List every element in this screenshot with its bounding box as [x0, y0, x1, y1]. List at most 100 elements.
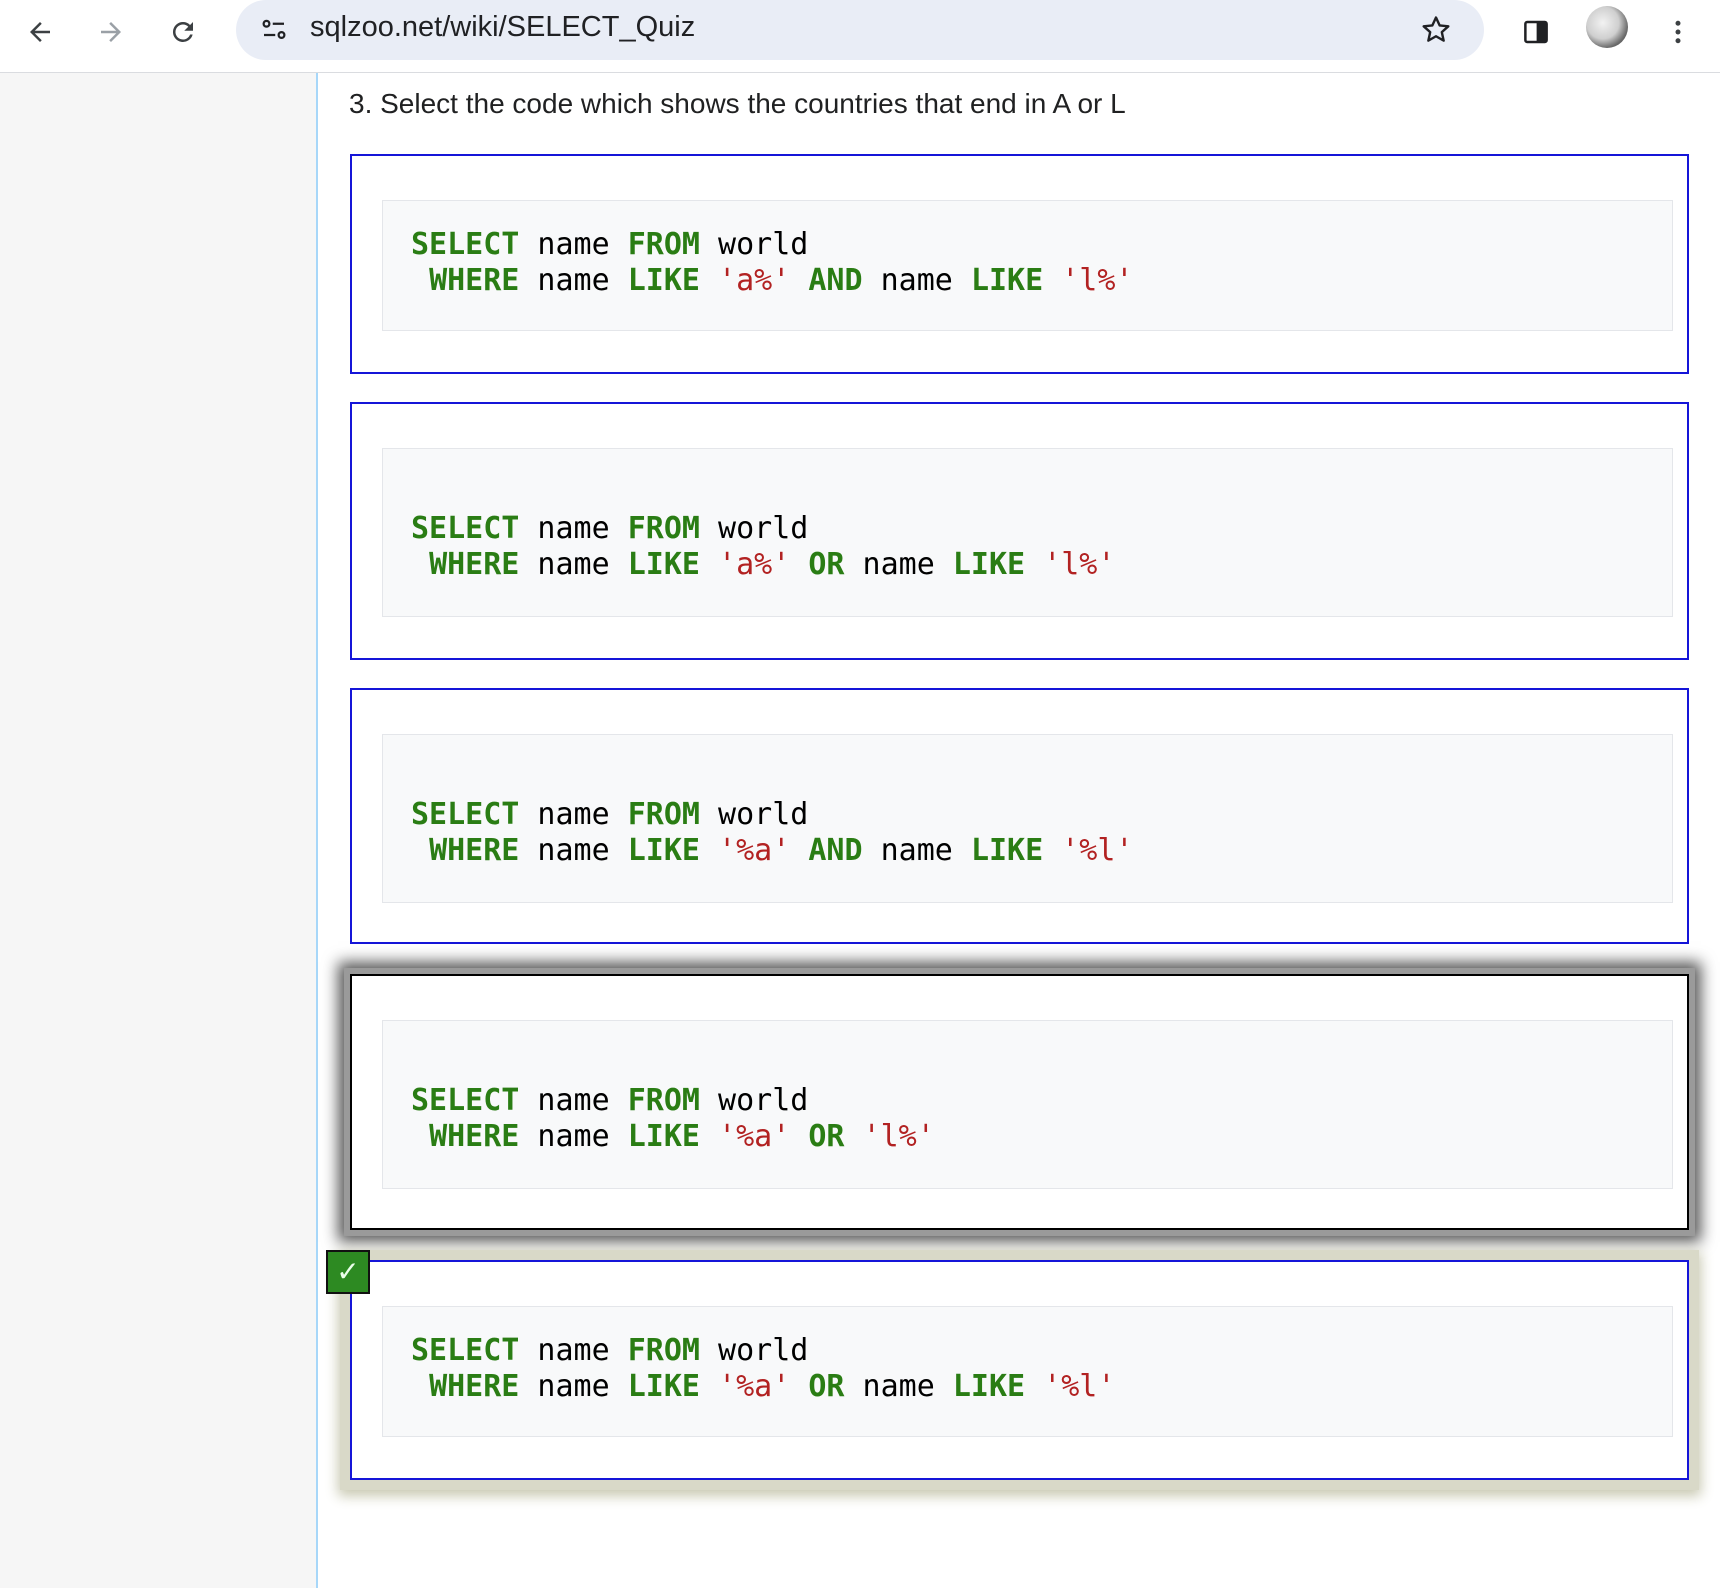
- answer-option-2[interactable]: SELECT name FROM world WHERE name LIKE '…: [350, 402, 1689, 660]
- side-panel-icon: [1524, 20, 1548, 44]
- sql-keyword: OR: [808, 1369, 845, 1404]
- code-token: name: [519, 1119, 628, 1154]
- code-token: name: [519, 833, 628, 868]
- back-button[interactable]: [14, 6, 66, 58]
- sql-string: 'a%': [718, 263, 791, 298]
- code-block: SELECT name FROM world WHERE name LIKE '…: [382, 734, 1673, 903]
- sql-keyword: WHERE: [429, 263, 520, 298]
- answer-option-4[interactable]: SELECT name FROM world WHERE name LIKE '…: [350, 974, 1689, 1230]
- sql-keyword: FROM: [627, 1083, 700, 1118]
- tune-icon: [262, 19, 286, 39]
- code-token: world: [700, 227, 809, 262]
- correct-checkmark-icon: ✓: [326, 1250, 370, 1294]
- side-panel-button[interactable]: [1510, 6, 1562, 58]
- star-icon: [1422, 16, 1450, 42]
- code-token: world: [700, 797, 809, 832]
- site-info-button[interactable]: [254, 10, 294, 50]
- sql-keyword: LIKE: [970, 833, 1044, 868]
- forward-button[interactable]: [85, 6, 137, 58]
- sql-keyword: SELECT: [411, 1333, 520, 1368]
- code-token: name: [519, 511, 628, 546]
- sql-keyword: FROM: [627, 227, 700, 262]
- code-token: world: [700, 1333, 809, 1368]
- code-block: SELECT name FROM world WHERE name LIKE '…: [382, 448, 1673, 617]
- sql-string: '%l': [1043, 1369, 1116, 1404]
- sql-string: 'l%': [1043, 547, 1116, 582]
- sql-keyword: LIKE: [627, 1369, 700, 1404]
- sql-string: 'l%': [1061, 263, 1134, 298]
- code-block: SELECT name FROM world WHERE name LIKE '…: [382, 200, 1673, 331]
- sql-keyword: WHERE: [429, 1369, 520, 1404]
- code-text: SELECT name FROM world WHERE name LIKE '…: [411, 1083, 935, 1155]
- sql-keyword: LIKE: [627, 263, 700, 298]
- code-token: name: [844, 1369, 953, 1404]
- answer-option-5[interactable]: SELECT name FROM world WHERE name LIKE '…: [350, 1260, 1689, 1480]
- code-token: name: [862, 263, 971, 298]
- reload-icon: [172, 21, 193, 42]
- answer-option-1[interactable]: SELECT name FROM world WHERE name LIKE '…: [350, 154, 1689, 374]
- left-sidebar: [0, 73, 318, 1588]
- sql-keyword: LIKE: [627, 1119, 700, 1154]
- sql-keyword: OR: [808, 1119, 845, 1154]
- browser-toolbar: sqlzoo.net/wiki/SELECT_Quiz: [0, 0, 1720, 73]
- url-text[interactable]: sqlzoo.net/wiki/SELECT_Quiz: [310, 0, 695, 60]
- menu-button[interactable]: [1652, 6, 1704, 58]
- sql-keyword: SELECT: [411, 511, 520, 546]
- reload-button[interactable]: [157, 6, 209, 58]
- sql-string: '%a': [718, 1369, 791, 1404]
- code-token: name: [519, 547, 628, 582]
- sql-keyword: AND: [808, 263, 863, 298]
- bookmark-button[interactable]: [1414, 8, 1458, 52]
- sql-keyword: SELECT: [411, 797, 520, 832]
- sql-keyword: SELECT: [411, 1083, 520, 1118]
- code-token: name: [519, 797, 628, 832]
- code-text: SELECT name FROM world WHERE name LIKE '…: [411, 511, 1115, 583]
- code-block: SELECT name FROM world WHERE name LIKE '…: [382, 1306, 1673, 1437]
- code-token: name: [519, 1083, 628, 1118]
- sql-keyword: WHERE: [429, 833, 520, 868]
- arrow-right-icon: [101, 22, 121, 42]
- code-token: name: [519, 1369, 628, 1404]
- address-bar[interactable]: sqlzoo.net/wiki/SELECT_Quiz: [236, 0, 1484, 60]
- sql-keyword: FROM: [627, 1333, 700, 1368]
- sql-string: '%a': [718, 833, 791, 868]
- code-token: world: [700, 511, 809, 546]
- code-block: SELECT name FROM world WHERE name LIKE '…: [382, 1020, 1673, 1189]
- code-text: SELECT name FROM world WHERE name LIKE '…: [411, 1333, 1115, 1405]
- question-text: 3. Select the code which shows the count…: [349, 88, 1126, 119]
- sql-keyword: WHERE: [429, 547, 520, 582]
- code-text: SELECT name FROM world WHERE name LIKE '…: [411, 797, 1134, 869]
- code-token: name: [519, 263, 628, 298]
- sql-keyword: FROM: [627, 511, 700, 546]
- sql-keyword: LIKE: [952, 1369, 1026, 1404]
- profile-avatar[interactable]: [1586, 6, 1628, 48]
- sql-keyword: AND: [808, 833, 863, 868]
- code-token: name: [519, 1333, 628, 1368]
- sql-keyword: LIKE: [627, 833, 700, 868]
- sql-string: '%l': [1061, 833, 1134, 868]
- sql-keyword: OR: [808, 547, 845, 582]
- sql-string: 'a%': [718, 547, 791, 582]
- answer-option-3[interactable]: SELECT name FROM world WHERE name LIKE '…: [350, 688, 1689, 944]
- code-token: world: [700, 1083, 809, 1118]
- sql-keyword: LIKE: [952, 547, 1026, 582]
- code-text: SELECT name FROM world WHERE name LIKE '…: [411, 227, 1134, 299]
